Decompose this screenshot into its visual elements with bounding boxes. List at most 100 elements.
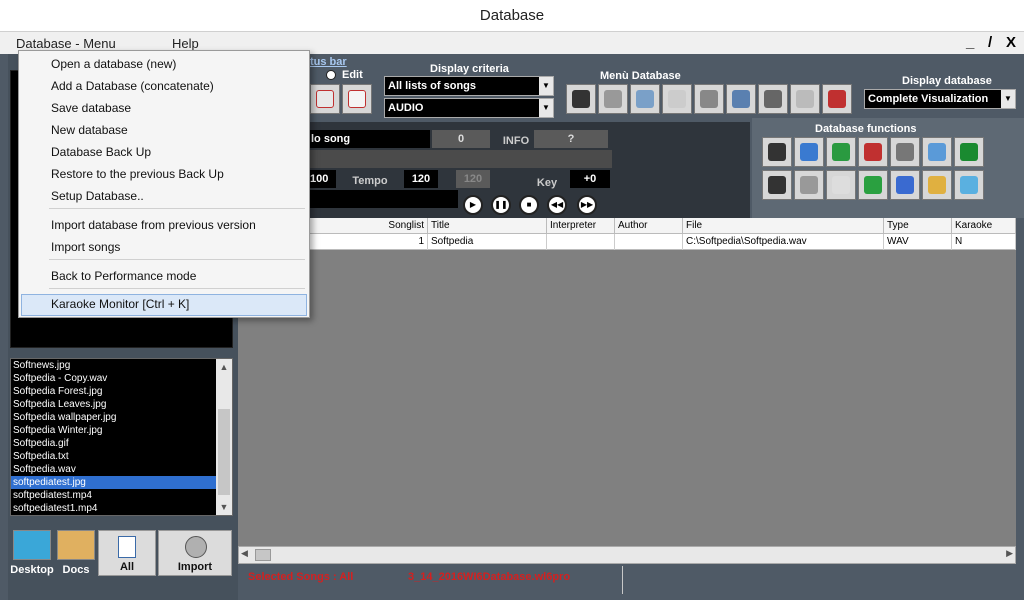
delete-list-icon[interactable] <box>858 137 888 167</box>
file-list-scrollbar[interactable]: ▲ ▼ <box>216 359 232 515</box>
table-header: Songlist Title Interpreter Author File T… <box>238 218 1016 234</box>
desktop-button[interactable]: Desktop <box>10 530 54 576</box>
help-menu[interactable]: Help <box>172 36 199 51</box>
back-to-performance-item[interactable]: Back to Performance mode <box>51 266 196 286</box>
scroll-right-icon[interactable]: ▶ <box>1006 548 1013 559</box>
status-bar-link[interactable]: tus bar <box>310 56 347 68</box>
file-list-item[interactable]: Softpedia Winter.jpg <box>11 424 217 437</box>
docs-label: Docs <box>62 564 90 576</box>
songlist-icon[interactable] <box>310 84 340 114</box>
key-value[interactable]: +0 <box>570 170 610 188</box>
internet-icon[interactable] <box>890 170 920 200</box>
import-database-item[interactable]: Import database from previous version <box>51 215 256 235</box>
edit-radio[interactable] <box>326 70 336 80</box>
restore-backup-item[interactable]: Restore to the previous Back Up <box>51 164 224 184</box>
scroll-down-icon[interactable]: ▼ <box>216 499 232 515</box>
open-folder-icon[interactable] <box>598 84 628 114</box>
minimize-button[interactable]: _ <box>966 34 974 51</box>
add-database-item[interactable]: Add a Database (concatenate) <box>51 76 214 96</box>
open-database-item[interactable]: Open a database (new) <box>51 54 176 74</box>
file-list[interactable]: Softnews.jpg Softpedia - Copy.wav Softpedi… <box>10 358 233 516</box>
save-database-item[interactable]: Save database <box>51 98 131 118</box>
hscroll-thumb[interactable] <box>255 549 271 561</box>
pdf-icon[interactable] <box>342 84 372 114</box>
cell-author <box>615 234 683 250</box>
all-button[interactable]: All <box>98 530 156 576</box>
find-icon[interactable] <box>922 137 952 167</box>
scroll-left-icon[interactable]: ◀ <box>241 548 248 559</box>
file-list-item[interactable]: softpediatest1.mp4 <box>11 502 217 515</box>
eraser-icon[interactable] <box>662 84 692 114</box>
import-songs-item[interactable]: Import songs <box>51 237 120 257</box>
songs-table: Songlist Title Interpreter Author File T… <box>238 218 1016 548</box>
type-value: AUDIO <box>388 102 424 114</box>
status-bar <box>238 564 1024 600</box>
all-label: All <box>119 561 135 573</box>
notes-icon[interactable] <box>826 170 856 200</box>
file-list-item[interactable]: Softpedia.txt <box>11 450 217 463</box>
database-functions-label: Database functions <box>815 123 917 135</box>
play-icon[interactable]: ▶ <box>463 195 483 215</box>
stop-icon[interactable]: ■ <box>519 195 539 215</box>
file-list-item[interactable]: softpediatest.jpg <box>11 476 217 489</box>
selected-songs-status: Selected Songs : All <box>248 571 354 583</box>
display-criteria-label: Display criteria <box>430 63 509 75</box>
desktop-label: Desktop <box>10 564 54 576</box>
database-icon[interactable] <box>694 84 724 114</box>
karaoke-monitor-item[interactable]: Karaoke Monitor [Ctrl + K] <box>51 294 189 314</box>
book-icon[interactable] <box>726 84 756 114</box>
close-button[interactable]: X <box>1006 34 1016 51</box>
col-title[interactable]: Title <box>428 218 547 234</box>
return-icon[interactable] <box>566 84 596 114</box>
load-icon[interactable] <box>630 84 660 114</box>
file-list-item[interactable]: Softpedia Leaves.jpg <box>11 398 217 411</box>
spreadsheet-icon[interactable] <box>922 170 952 200</box>
file-list-item[interactable]: Softnews.jpg <box>11 359 217 372</box>
spell-check-icon[interactable] <box>890 137 920 167</box>
docs-button[interactable]: Docs <box>56 530 96 576</box>
music-disc-icon[interactable] <box>794 137 824 167</box>
help-doc-icon[interactable] <box>794 170 824 200</box>
pause-icon[interactable]: ❚❚ <box>491 195 511 215</box>
table-row[interactable]: 1 Softpedia C:\Softpedia\Softpedia.wav W… <box>238 234 1016 250</box>
monitor-icon[interactable] <box>954 170 984 200</box>
col-type[interactable]: Type <box>884 218 952 234</box>
fast-forward-icon[interactable]: ▶▶ <box>577 195 597 215</box>
tempo-value[interactable]: 120 <box>404 170 438 188</box>
export-icon[interactable] <box>954 137 984 167</box>
scroll-up-icon[interactable]: ▲ <box>216 359 232 375</box>
recycle-icon[interactable] <box>826 137 856 167</box>
import-button[interactable]: Import <box>158 530 232 576</box>
tools-icon[interactable] <box>822 84 852 114</box>
col-karaoke[interactable]: Karaoke <box>952 218 1016 234</box>
col-file[interactable]: File <box>683 218 884 234</box>
rewind-icon[interactable]: ◀◀ <box>547 195 567 215</box>
setup-database-item[interactable]: Setup Database.. <box>51 186 144 206</box>
audio-edit-icon[interactable] <box>858 170 888 200</box>
file-list-item[interactable]: Softpedia wallpaper.jpg <box>11 411 217 424</box>
file-list-item[interactable]: Softpedia Forest.jpg <box>11 385 217 398</box>
type-select[interactable]: AUDIO ▼ <box>384 98 554 118</box>
menu-database-label: Menù Database <box>600 70 681 82</box>
scroll-thumb[interactable] <box>218 409 230 495</box>
import-file-icon[interactable] <box>762 137 792 167</box>
disk-icon[interactable] <box>790 84 820 114</box>
criteria-select[interactable]: All lists of songs ▼ <box>384 76 554 96</box>
file-list-item[interactable]: Softpedia.wav <box>11 463 217 476</box>
document-icon <box>118 536 136 558</box>
database-menu[interactable]: Database - Menu <box>16 36 116 51</box>
file-list-item[interactable]: Softpedia - Copy.wav <box>11 372 217 385</box>
file-list-item[interactable]: softpediatest.mp4 <box>11 489 217 502</box>
database-backup-item[interactable]: Database Back Up <box>51 142 151 162</box>
folder-icon <box>57 530 95 560</box>
table-hscrollbar[interactable]: ◀ ▶ <box>238 546 1016 564</box>
col-author[interactable]: Author <box>615 218 683 234</box>
col-interpreter[interactable]: Interpreter <box>547 218 615 234</box>
display-database-select[interactable]: Complete Visualization ▼ <box>864 89 1016 109</box>
download-icon[interactable] <box>758 84 788 114</box>
cut-file-icon[interactable] <box>762 170 792 200</box>
display-database-label: Display database <box>902 75 992 87</box>
restore-button[interactable]: / <box>988 34 992 51</box>
file-list-item[interactable]: Softpedia.gif <box>11 437 217 450</box>
new-database-item[interactable]: New database <box>51 120 128 140</box>
